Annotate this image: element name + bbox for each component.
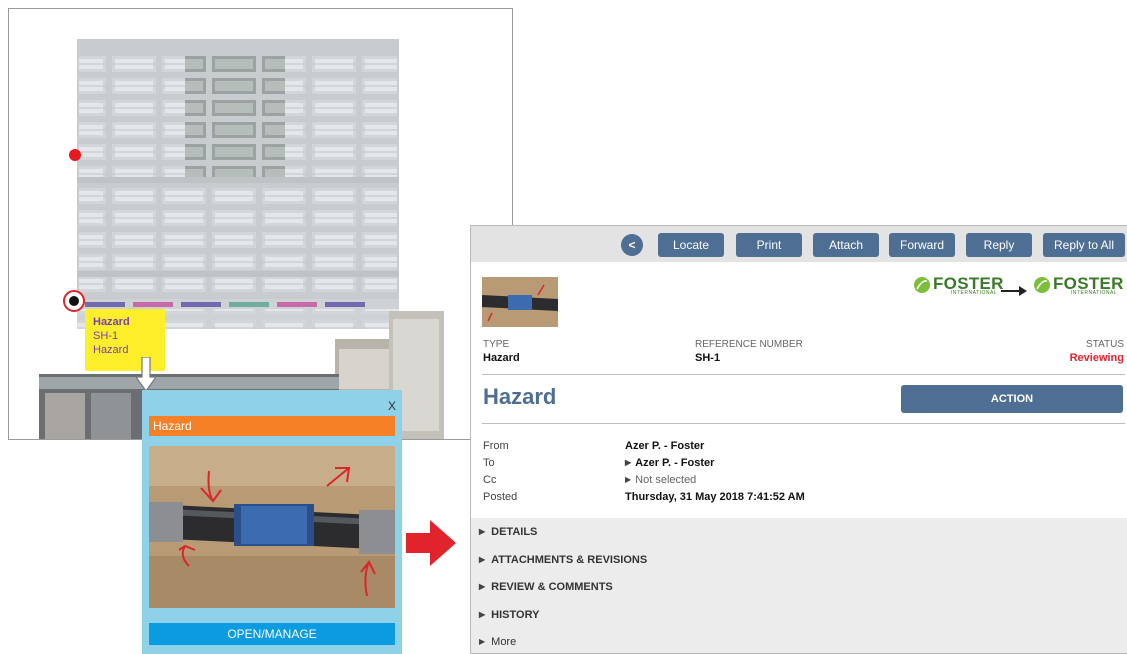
locate-button[interactable]: Locate <box>658 233 724 257</box>
section-label: DETAILS <box>491 526 538 538</box>
right-arrow-icon <box>406 520 456 566</box>
section-attachments-revisions[interactable]: ▶ ATTACHMENTS & REVISIONS <box>479 554 647 566</box>
to-field[interactable]: ▶ Azer P. - Foster <box>625 457 714 469</box>
close-icon[interactable]: X <box>388 399 396 413</box>
pin-center-dot <box>69 296 79 306</box>
cc-field[interactable]: ▶ Not selected <box>625 474 696 486</box>
section-history[interactable]: ▶ HISTORY <box>479 609 539 621</box>
section-details[interactable]: ▶ DETAILS <box>479 526 537 538</box>
expand-triangle-icon: ▶ <box>625 475 632 484</box>
type-label: TYPE <box>483 339 510 350</box>
cc-value: Not selected <box>635 474 697 486</box>
leaf-icon <box>1034 277 1050 293</box>
forward-button[interactable]: Forward <box>889 233 955 257</box>
sender-logo: FOSTER INTERNATIONAL <box>913 274 1003 296</box>
type-value: Hazard <box>483 352 520 364</box>
action-button[interactable]: ACTION <box>901 385 1123 413</box>
divider <box>482 423 1125 424</box>
building-elevation-image <box>39 39 444 439</box>
tooltip-title: Hazard <box>93 344 129 356</box>
open-manage-button[interactable]: OPEN/MANAGE <box>149 623 395 645</box>
selected-hazard-pin[interactable] <box>63 290 85 312</box>
section-more[interactable]: ▶ More <box>479 636 516 648</box>
expand-triangle-icon: ▶ <box>479 637 486 646</box>
thumbnail-image <box>482 277 558 327</box>
sender-logo-sub: INTERNATIONAL <box>951 290 998 296</box>
print-button[interactable]: Print <box>736 233 802 257</box>
section-label: More <box>491 636 517 648</box>
arrow-right-icon <box>1001 286 1027 296</box>
recipient-logo: FOSTER INTERNATIONAL <box>1033 274 1123 296</box>
hazard-thumbnail[interactable] <box>482 277 558 327</box>
section-list: ▶ DETAILS ▶ ATTACHMENTS & REVISIONS ▶ REVIE… <box>471 518 1127 653</box>
toolbar: < Locate Print Attach Forward Reply Repl… <box>471 226 1127 262</box>
popup-header: Hazard <box>149 416 395 436</box>
detail-panel: < Locate Print Attach Forward Reply Repl… <box>470 225 1127 654</box>
reference-number-label: REFERENCE NUMBER <box>695 339 803 350</box>
pipe-photo-image <box>149 446 395 608</box>
expand-triangle-icon: ▶ <box>625 458 632 467</box>
down-arrow-icon <box>136 357 156 393</box>
leaf-icon <box>914 277 930 293</box>
recipient-logo-sub: INTERNATIONAL <box>1071 290 1118 296</box>
status-label: STATUS <box>1086 339 1124 350</box>
attach-button[interactable]: Attach <box>813 233 879 257</box>
cc-label: Cc <box>483 474 497 486</box>
back-button[interactable]: < <box>621 234 643 256</box>
section-label: HISTORY <box>491 609 540 621</box>
hazard-popup: X Hazard OPEN/MANAGE <box>142 390 402 654</box>
to-value: Azer P. - Foster <box>635 457 715 469</box>
divider <box>482 374 1125 375</box>
page-title: Hazard <box>483 384 557 409</box>
tooltip-reference: SH-1 <box>93 330 119 342</box>
section-label: REVIEW & COMMENTS <box>491 581 613 593</box>
drawing-viewer[interactable]: Hazard SH-1 Hazard <box>8 8 513 440</box>
expand-triangle-icon: ▶ <box>479 610 486 619</box>
hazard-photo <box>149 446 395 608</box>
hazard-pin[interactable] <box>69 149 81 161</box>
section-review-comments[interactable]: ▶ REVIEW & COMMENTS <box>479 581 613 593</box>
tooltip-type: Hazard <box>93 316 130 328</box>
expand-triangle-icon: ▶ <box>479 527 486 536</box>
reference-number-value: SH-1 <box>695 352 721 364</box>
from-value: Azer P. - Foster <box>625 440 705 452</box>
posted-label: Posted <box>483 491 518 503</box>
from-label: From <box>483 440 509 452</box>
section-label: ATTACHMENTS & REVISIONS <box>491 554 648 566</box>
reply-button[interactable]: Reply <box>966 233 1032 257</box>
to-label: To <box>483 457 495 469</box>
status-value: Reviewing <box>1069 352 1124 364</box>
expand-triangle-icon: ▶ <box>479 555 486 564</box>
expand-triangle-icon: ▶ <box>479 582 486 591</box>
reply-to-all-button[interactable]: Reply to All <box>1043 233 1125 257</box>
posted-value: Thursday, 31 May 2018 7:41:52 AM <box>625 491 805 503</box>
